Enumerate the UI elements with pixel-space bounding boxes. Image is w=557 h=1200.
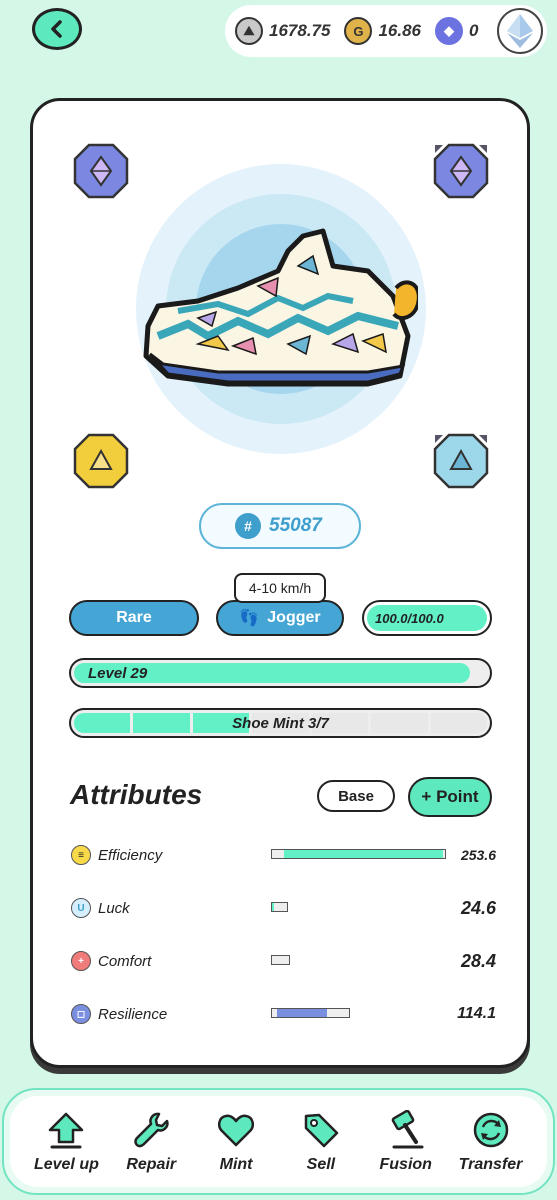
blue-gem-socket-locked-icon[interactable] — [433, 433, 489, 489]
attribute-value: 253.6 — [460, 847, 496, 863]
attribute-name: Efficiency — [98, 846, 163, 864]
eth-token-icon: ◆ — [435, 17, 463, 45]
purple-gem-socket-icon[interactable] — [73, 143, 129, 199]
sell-button[interactable]: Sell — [282, 1110, 360, 1174]
attribute-row-comfort: + Comfort 28.4 — [71, 948, 496, 974]
hash-icon: # — [235, 513, 261, 539]
footprints-icon: 👣 — [239, 610, 260, 627]
mint-label: Mint — [219, 1155, 253, 1173]
eth-avatar-icon — [507, 14, 533, 48]
attribute-value: 114.1 — [457, 1005, 496, 1022]
efficiency-icon: ≡ — [71, 845, 91, 865]
speed-range-label: 4-10 km/h — [234, 573, 326, 603]
attribute-name: Comfort — [98, 952, 152, 970]
heart-icon — [218, 1114, 255, 1146]
tag-icon — [304, 1113, 339, 1147]
resilience-icon: ◻ — [71, 1004, 91, 1024]
avatar[interactable] — [497, 8, 543, 54]
purple-gem-socket-locked-icon[interactable] — [433, 143, 489, 199]
level-label: Level 29 — [88, 664, 148, 682]
gmt-balance-value: 16.86 — [378, 21, 421, 40]
luck-icon: U — [71, 898, 91, 918]
repair-button[interactable]: Repair — [112, 1110, 190, 1174]
comfort-bar — [271, 955, 290, 965]
type-label: Jogger — [267, 609, 321, 626]
luck-bar — [271, 902, 288, 912]
transfer-button[interactable]: Transfer — [452, 1110, 530, 1174]
attribute-value: 28.4 — [460, 950, 496, 971]
sneaker-card: # 55087 4-10 km/h Rare 👣 Jogger 100.0/10… — [30, 98, 530, 1068]
add-point-button[interactable]: + Point — [408, 777, 492, 817]
shoe-mint-label: Shoe Mint 3/7 — [232, 714, 329, 732]
durability-value: 100.0/100.0 — [375, 610, 444, 626]
attribute-bar-fill — [277, 1009, 328, 1017]
hammer-icon — [391, 1109, 424, 1148]
attribute-bar-fill — [272, 903, 274, 911]
shoe-mint-bar: Shoe Mint 3/7 — [69, 708, 492, 738]
action-bar: Level up Repair Mint Sell Fusion Transfe… — [2, 1088, 555, 1195]
sell-label: Sell — [306, 1155, 336, 1173]
gst-token-icon: ⛰ — [235, 17, 263, 45]
attribute-bar-fill — [284, 850, 444, 858]
attribute-row-efficiency: ≡ Efficiency 253.6 — [71, 842, 496, 868]
level-up-arrow-icon — [49, 1112, 84, 1148]
transfer-icon — [473, 1112, 508, 1147]
yellow-gem-socket-icon[interactable] — [73, 433, 129, 489]
mint-button[interactable]: Mint — [197, 1110, 275, 1174]
attribute-row-luck: U Luck 24.6 — [71, 895, 496, 921]
sneaker-image — [143, 228, 418, 387]
wrench-icon — [134, 1112, 169, 1147]
attributes-title: Attributes — [70, 779, 203, 810]
attribute-name: Luck — [98, 899, 130, 917]
repair-label: Repair — [126, 1155, 177, 1173]
attribute-name: Resilience — [98, 1005, 168, 1023]
back-button[interactable] — [32, 8, 82, 50]
fusion-label: Fusion — [379, 1155, 432, 1173]
sneaker-id: 55087 — [269, 515, 322, 536]
efficiency-bar — [271, 849, 446, 859]
gst-balance-value: 1678.75 — [269, 21, 331, 40]
level-up-button[interactable]: Level up — [27, 1110, 105, 1174]
resilience-bar — [271, 1008, 350, 1018]
gmt-balance: G 16.86 — [344, 17, 421, 45]
type-badge: 👣 Jogger — [216, 600, 344, 636]
quality-badge: Rare — [69, 600, 199, 636]
eth-balance-value: 0 — [469, 21, 479, 40]
attribute-row-resilience: ◻ Resilience 114.1 — [71, 1001, 496, 1027]
attribute-value: 24.6 — [460, 897, 496, 918]
level-up-label: Level up — [33, 1155, 99, 1173]
eth-balance: ◆ 0 — [435, 17, 478, 45]
durability-bar: 100.0/100.0 — [362, 600, 492, 636]
gst-balance: ⛰ 1678.75 — [235, 17, 330, 45]
fusion-button[interactable]: Fusion — [367, 1109, 445, 1174]
gmt-token-icon: G — [344, 17, 373, 45]
level-bar: Level 29 — [69, 658, 492, 688]
sneaker-id-badge: # 55087 — [199, 503, 361, 549]
chevron-left-icon — [51, 20, 62, 38]
base-button[interactable]: Base — [317, 780, 395, 812]
wallet-balance-bar: ⛰ 1678.75 G 16.86 ◆ 0 — [225, 5, 547, 57]
transfer-label: Transfer — [458, 1155, 523, 1173]
comfort-icon: + — [71, 951, 91, 971]
